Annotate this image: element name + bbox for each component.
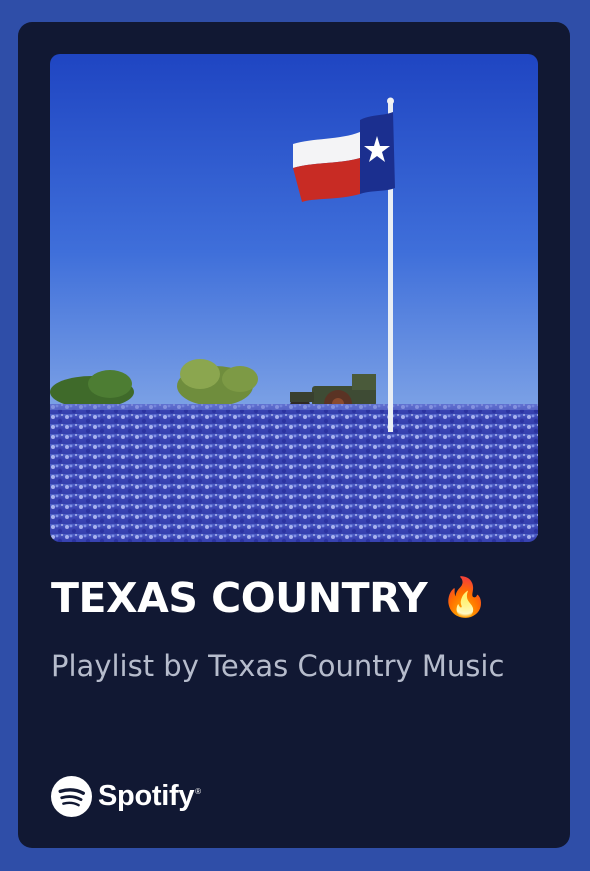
spotify-icon: [51, 775, 92, 817]
playlist-title: TEXAS COUNTRY 🔥: [51, 574, 488, 622]
playlist-title-text: TEXAS COUNTRY: [51, 574, 428, 622]
registered-mark: ®: [195, 786, 201, 796]
fire-emoji-icon: 🔥: [440, 575, 488, 619]
playlist-card[interactable]: TEXAS COUNTRY 🔥 Playlist by Texas Countr…: [18, 22, 570, 848]
spotify-brand-link[interactable]: Spotify®: [51, 775, 201, 817]
spotify-wordmark: Spotify®: [98, 779, 201, 812]
playlist-cover-image[interactable]: [50, 54, 538, 542]
playlist-subtitle: Playlist by Texas Country Music: [51, 649, 505, 683]
